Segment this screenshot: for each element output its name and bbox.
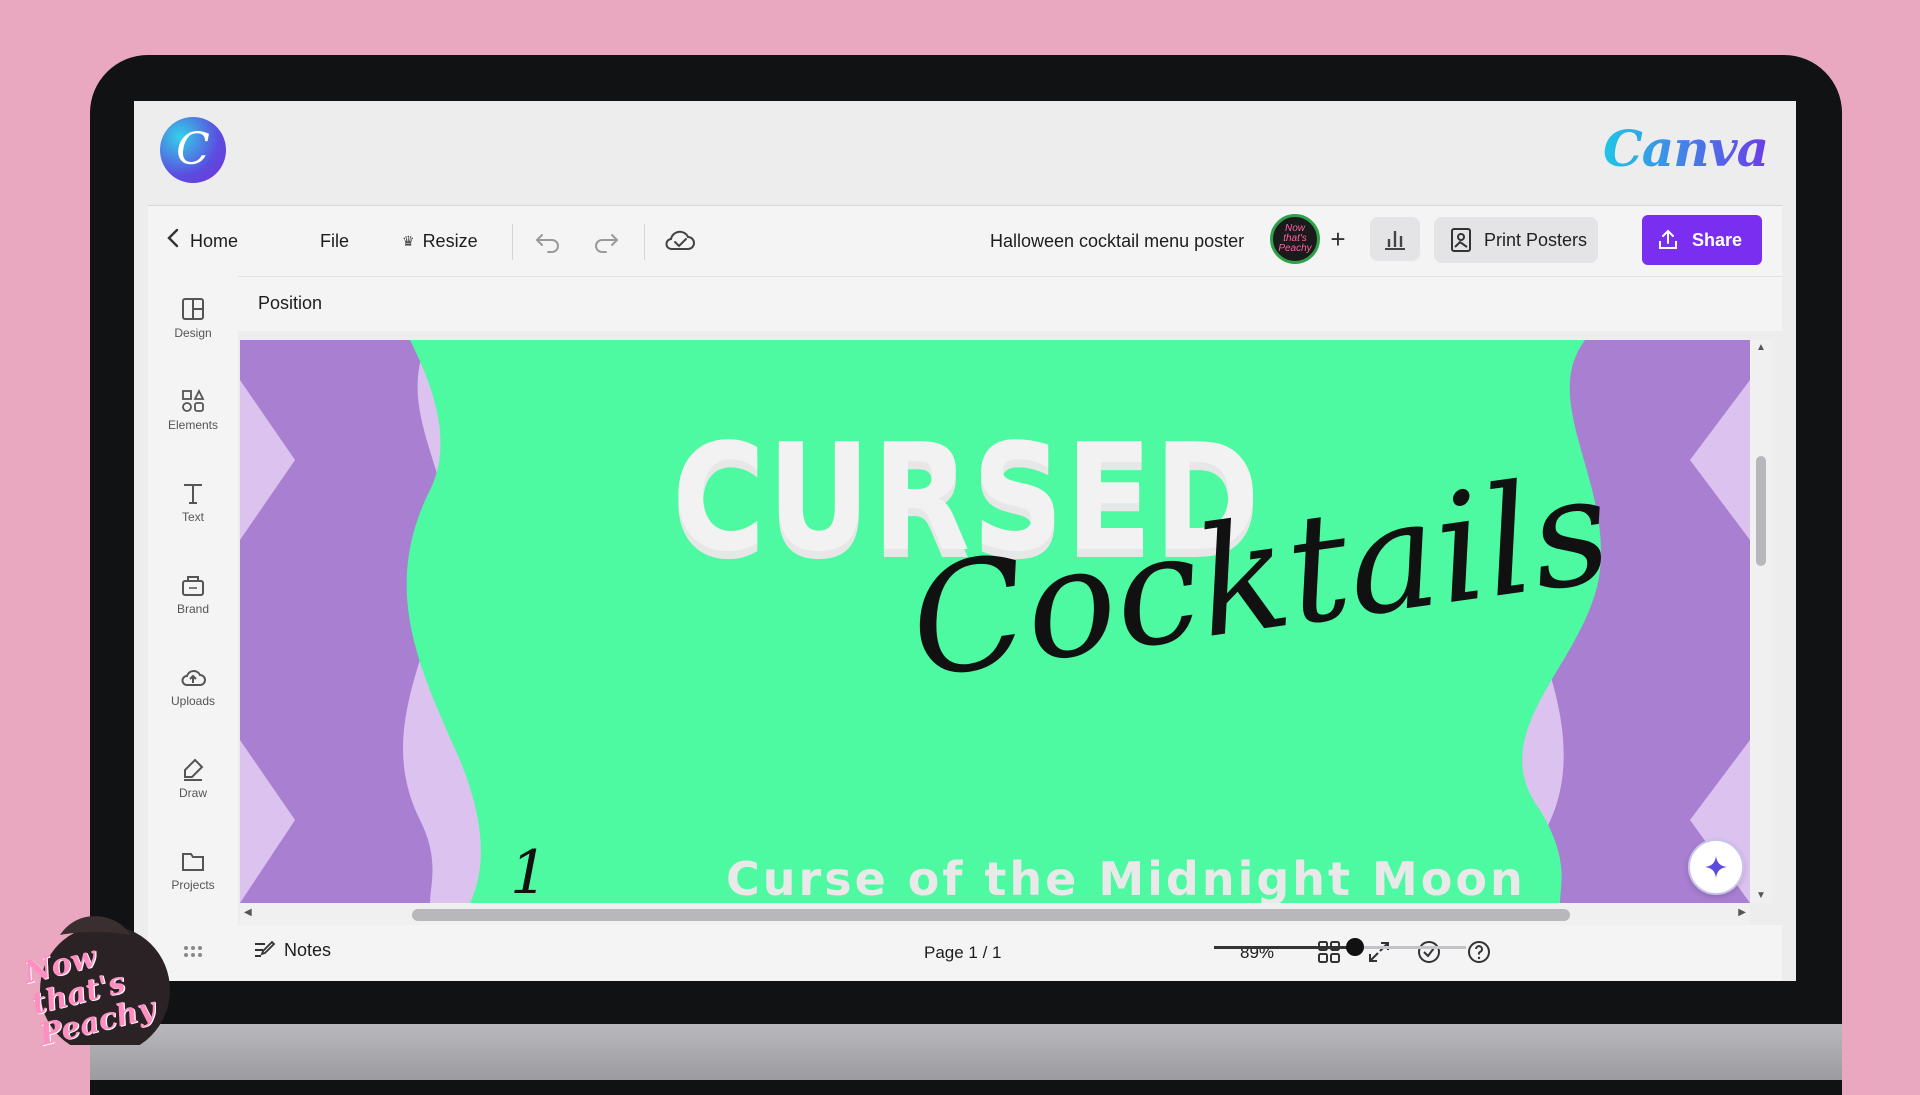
insights-button[interactable] [1370, 217, 1420, 261]
zoom-slider-fill [1214, 946, 1356, 949]
redo-icon [595, 234, 619, 253]
bottom-bar: Notes Page 1 / 1 89% [238, 925, 1782, 981]
sidebar-item-elements[interactable]: Elements [148, 388, 238, 432]
help-icon [1468, 941, 1490, 963]
sidebar-item-draw[interactable]: Draw [148, 756, 238, 800]
vertical-scrollbar[interactable]: ▲ ▼ [1750, 340, 1772, 903]
scroll-right-arrow-icon[interactable]: ▶ [1738, 907, 1746, 918]
menu-item-number[interactable]: 1 [510, 838, 548, 903]
avatar-text: Now that's Peachy [1278, 223, 1312, 254]
pen-icon [184, 758, 204, 781]
upload-icon [181, 670, 206, 686]
sparkle-icon [1705, 856, 1727, 878]
sidebar-item-label: Projects [171, 878, 215, 892]
sidebar-item-design[interactable]: Design [148, 296, 238, 340]
layout-icon [182, 298, 204, 320]
doc-title-text: Halloween cocktail menu poster [990, 230, 1245, 251]
sidebar-item-projects[interactable]: Projects [148, 848, 238, 892]
share-button[interactable]: Share [1642, 215, 1762, 265]
brand-icon [182, 576, 204, 596]
grid-view-icon [1318, 941, 1340, 963]
document-title[interactable]: Halloween cocktail menu poster [990, 206, 1244, 276]
context-toolbar: Position [238, 276, 1782, 331]
scroll-down-arrow-icon[interactable]: ▼ [1756, 890, 1766, 901]
canva-wordmark: Canva [1603, 119, 1769, 178]
horizontal-scroll-thumb[interactable] [412, 909, 1570, 921]
zoom-slider-handle[interactable] [1346, 938, 1365, 956]
toolbar-separator [512, 224, 513, 260]
resize-label: Resize [422, 230, 478, 251]
undo-button[interactable] [534, 206, 562, 276]
sidebar-item-label: Design [174, 326, 212, 340]
save-status-button[interactable] [664, 206, 696, 276]
shapes-icon [182, 388, 205, 412]
sidebar-item-text[interactable]: Text [148, 480, 238, 524]
fullscreen-icon [1369, 942, 1389, 962]
horizontal-scrollbar[interactable]: ◀ ▶ [240, 903, 1750, 925]
bar-chart-icon [1385, 231, 1405, 250]
cloud-check-icon [665, 230, 695, 250]
chevron-left-icon [166, 228, 180, 254]
resize-button[interactable]: ♛ Resize [402, 206, 478, 276]
app-header: C Canva [134, 101, 1796, 205]
home-label: Home [190, 230, 239, 251]
toolbar-separator [644, 224, 645, 260]
monitor-base [90, 1024, 1842, 1080]
scroll-left-arrow-icon[interactable]: ◀ [244, 907, 252, 918]
undo-icon [535, 234, 559, 253]
sidebar-item-label: Text [181, 510, 204, 524]
magic-assistant-button[interactable] [1688, 839, 1744, 895]
menu-item-name[interactable]: Curse of the Midnight Moon [726, 852, 1526, 903]
home-button[interactable]: Home [166, 206, 238, 276]
print-posters-button[interactable]: Print Posters [1434, 217, 1598, 263]
sidebar-item-label: Brand [176, 602, 210, 616]
sidebar-item-uploads[interactable]: Uploads [148, 664, 238, 708]
page-indicator[interactable]: Page 1 / 1 [924, 943, 1002, 963]
vertical-scroll-thumb[interactable] [1756, 456, 1766, 566]
share-upload-icon [1659, 229, 1677, 249]
canva-editor-window: C Canva Home File ♛ Resize Halloween coc… [134, 101, 1796, 981]
sidebar-item-label: Elements [167, 418, 219, 432]
add-collaborator-button[interactable]: + [1316, 217, 1360, 261]
text-icon [184, 484, 202, 504]
canva-logo-icon[interactable]: C [160, 117, 226, 183]
position-button[interactable]: Position [258, 293, 322, 314]
check-circle-icon [1418, 941, 1440, 963]
fullscreen-button[interactable] [1366, 939, 1392, 970]
folder-icon [182, 853, 204, 871]
sidebar-item-label: Uploads [170, 694, 216, 708]
file-menu-button[interactable]: File [320, 206, 349, 276]
redo-button[interactable] [592, 206, 620, 276]
help-button[interactable] [1466, 939, 1492, 970]
now-thats-peachy-watermark: Now that's Peachy [20, 895, 200, 1055]
file-label: File [320, 230, 350, 251]
check-button[interactable] [1416, 939, 1442, 970]
scroll-up-arrow-icon[interactable]: ▲ [1756, 342, 1766, 353]
print-posters-label: Print Posters [1484, 229, 1588, 250]
left-sidebar: Design Elements Text Brand Uploads Draw … [148, 276, 238, 981]
share-label: Share [1692, 229, 1743, 250]
sidebar-item-brand[interactable]: Brand [148, 572, 238, 616]
notes-icon [255, 940, 276, 957]
poster-icon [1451, 228, 1471, 252]
grid-view-button[interactable] [1316, 939, 1342, 970]
crown-icon: ♛ [402, 232, 415, 249]
design-canvas[interactable]: CURSED Cocktails 1 Curse of the Midnight… [240, 340, 1750, 903]
sidebar-item-label: Draw [178, 786, 207, 800]
notes-button[interactable]: Notes [252, 939, 331, 961]
plus-icon: + [1330, 224, 1346, 254]
notes-label: Notes [284, 939, 332, 960]
avatar[interactable]: Now that's Peachy [1270, 214, 1320, 264]
